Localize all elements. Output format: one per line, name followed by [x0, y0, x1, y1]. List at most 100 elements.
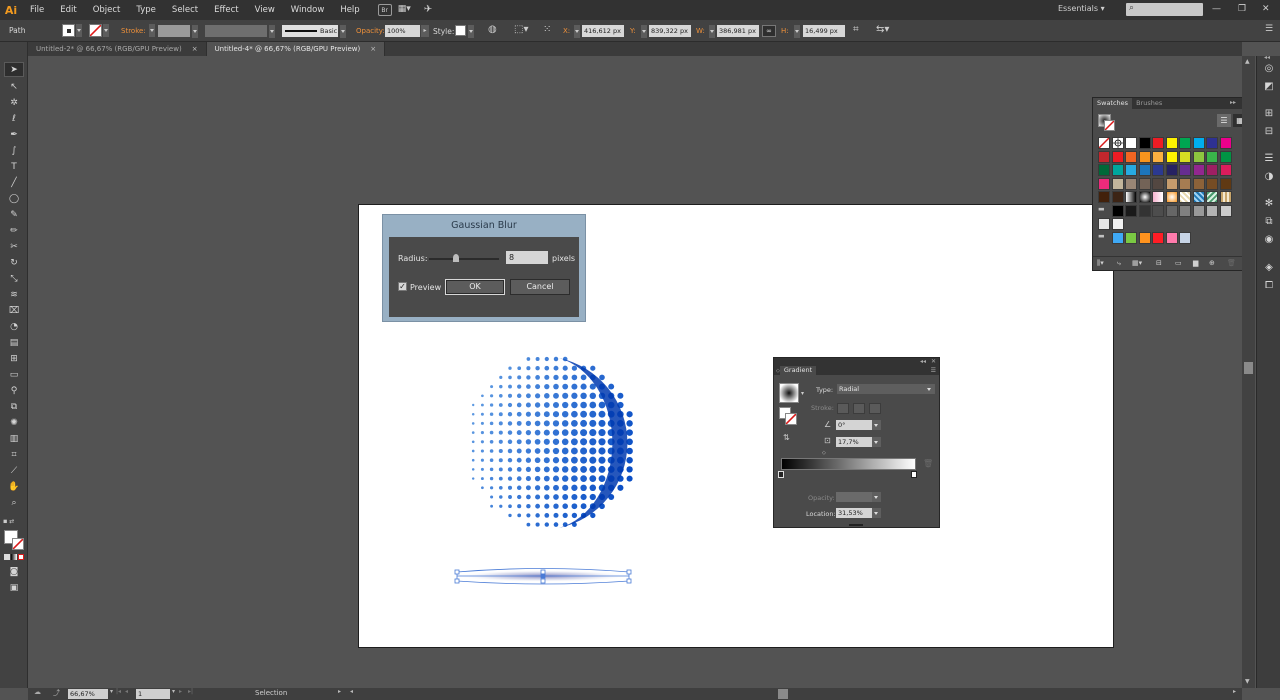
- gradient-slider-bar[interactable]: [781, 458, 916, 470]
- vertical-scrollbar[interactable]: ▲ ▼: [1242, 56, 1255, 688]
- panel-menu-icon[interactable]: ☰: [931, 367, 936, 374]
- fill-dropdown-icon[interactable]: [76, 24, 82, 37]
- color-mode-buttons[interactable]: [4, 554, 24, 561]
- swatch[interactable]: [1179, 150, 1191, 163]
- swatch[interactable]: [1219, 137, 1232, 149]
- swatch[interactable]: [1098, 177, 1110, 190]
- scissors-tool-icon[interactable]: ✂: [4, 239, 24, 254]
- direct-selection-tool-icon[interactable]: ↖: [4, 79, 24, 94]
- stroke-along-button[interactable]: [853, 403, 865, 414]
- swatch[interactable]: [1152, 164, 1164, 176]
- aspect-ratio-field[interactable]: 17,7%: [836, 437, 872, 447]
- shape-builder-tool-icon[interactable]: ◔: [4, 319, 24, 334]
- zoom-tool-icon[interactable]: ⌕: [4, 495, 24, 510]
- registration-swatch[interactable]: [1111, 137, 1124, 149]
- scroll-up-icon[interactable]: ▲: [1245, 58, 1250, 65]
- none-swatch[interactable]: [1098, 137, 1110, 149]
- pencil-tool-icon[interactable]: ✏: [4, 223, 24, 238]
- new-color-group-icon[interactable]: ▭: [1175, 259, 1182, 267]
- stroke-weight-field[interactable]: [158, 25, 190, 37]
- w-field[interactable]: 386,981 px: [717, 25, 759, 37]
- gradient-stop-right[interactable]: [911, 471, 917, 478]
- constrain-proportions-icon[interactable]: ∞: [762, 25, 776, 37]
- y-spinner-icon[interactable]: [641, 25, 647, 38]
- variable-width-dropdown-icon[interactable]: [269, 25, 275, 38]
- swatch[interactable]: [1111, 231, 1124, 244]
- swatch[interactable]: [1111, 177, 1124, 190]
- swatch[interactable]: [1165, 137, 1178, 149]
- line-segment-tool-icon[interactable]: ╱: [4, 175, 24, 190]
- first-artboard-icon[interactable]: |◂: [116, 688, 121, 695]
- paintbrush-tool-icon[interactable]: ✎: [4, 207, 24, 222]
- close-panel-icon[interactable]: ✕: [931, 358, 936, 365]
- ellipse-tool-icon[interactable]: ◯: [4, 191, 24, 206]
- type-dropdown-icon[interactable]: [925, 384, 934, 394]
- preview-checkbox[interactable]: ✓: [398, 282, 407, 291]
- type-select[interactable]: Radial: [837, 384, 935, 394]
- slice-tool-icon[interactable]: ⟋: [4, 463, 24, 478]
- help-search-input[interactable]: ⌕: [1126, 3, 1203, 16]
- new-folder-icon[interactable]: ▆: [1193, 259, 1198, 267]
- isolate-object-icon[interactable]: ⇆▾: [876, 24, 889, 35]
- recolor-artwork-icon[interactable]: ◍: [488, 24, 497, 35]
- gradient-swatch[interactable]: [1165, 191, 1178, 203]
- preview-label[interactable]: Preview: [410, 283, 441, 292]
- radius-slider-track[interactable]: [429, 258, 499, 260]
- scale-tool-icon[interactable]: ⤡: [4, 271, 24, 286]
- scroll-right-icon[interactable]: ▸: [1233, 688, 1236, 695]
- previous-artboard-icon[interactable]: ◂: [125, 688, 128, 695]
- menu-effect[interactable]: Effect: [206, 5, 246, 15]
- collapse-icon[interactable]: ◂◂: [920, 358, 926, 365]
- swatch[interactable]: [1125, 137, 1137, 149]
- opacity-arrow-icon[interactable]: ▸: [421, 25, 429, 37]
- zoom-level-field[interactable]: 66,67%: [68, 689, 108, 699]
- swatch[interactable]: [1098, 191, 1110, 203]
- x-field[interactable]: 416,612 px: [582, 25, 624, 37]
- libraries-panel-icon[interactable]: ◉: [1262, 233, 1276, 246]
- gradient-swatch[interactable]: [1125, 191, 1137, 203]
- gradient-tab[interactable]: Gradient: [779, 366, 817, 375]
- swatch[interactable]: [1111, 218, 1124, 230]
- new-swatch-icon[interactable]: ⊕: [1209, 259, 1215, 267]
- tab-close-icon[interactable]: ×: [192, 45, 198, 53]
- artboard-dropdown-icon[interactable]: ▾: [172, 688, 175, 695]
- swatch[interactable]: [1192, 164, 1205, 176]
- swatch[interactable]: [1111, 150, 1124, 163]
- swatch[interactable]: [1111, 164, 1124, 176]
- restore-icon[interactable]: ❐: [1238, 4, 1246, 14]
- lasso-tool-icon[interactable]: ℓ: [4, 111, 24, 126]
- tab-close-icon[interactable]: ×: [370, 45, 376, 53]
- control-panel-menu-icon[interactable]: ☰: [1265, 24, 1273, 34]
- swatch[interactable]: [1138, 150, 1151, 163]
- radius-slider-handle[interactable]: [453, 254, 459, 262]
- swatch[interactable]: [1206, 164, 1218, 176]
- swatches-tab[interactable]: Swatches: [1093, 98, 1133, 109]
- opacity-field[interactable]: [836, 492, 872, 502]
- menu-help[interactable]: Help: [332, 5, 367, 15]
- w-spinner-icon[interactable]: [709, 25, 715, 38]
- gpu-performance-icon[interactable]: ✈: [424, 4, 438, 16]
- menu-edit[interactable]: Edit: [52, 5, 84, 15]
- blend-tool-icon[interactable]: ⧉: [4, 399, 24, 414]
- transform-panel-icon[interactable]: ⊞: [1262, 107, 1276, 120]
- swatch[interactable]: [1192, 204, 1205, 217]
- swatch[interactable]: [1125, 231, 1137, 244]
- list-view-icon[interactable]: ☰: [1217, 114, 1231, 127]
- menu-window[interactable]: Window: [283, 5, 333, 15]
- delete-stop-icon[interactable]: 🗑: [923, 459, 933, 468]
- show-swatch-kinds-icon[interactable]: ▦▾: [1132, 259, 1142, 267]
- menu-select[interactable]: Select: [164, 5, 206, 15]
- tab-untitled-2[interactable]: Untitled-2* @ 66,67% (RGB/GPU Preview) ×: [28, 42, 207, 56]
- eyedropper-tool-icon[interactable]: ⚲: [4, 383, 24, 398]
- symbol-sprayer-tool-icon[interactable]: ✺: [4, 415, 24, 430]
- swatch[interactable]: [1098, 218, 1110, 230]
- variable-width-profile[interactable]: [205, 25, 267, 37]
- brush-definition[interactable]: Basic: [282, 25, 338, 37]
- angle-field[interactable]: 0°: [836, 420, 872, 430]
- gradient-preview-swatch[interactable]: [779, 383, 799, 403]
- stroke-within-button[interactable]: [837, 403, 849, 414]
- stroke-control[interactable]: [89, 24, 109, 39]
- gradient-tool-icon[interactable]: ▭: [4, 367, 24, 382]
- symbols-panel-icon[interactable]: ✻: [1262, 197, 1276, 210]
- cancel-button[interactable]: Cancel: [510, 279, 570, 295]
